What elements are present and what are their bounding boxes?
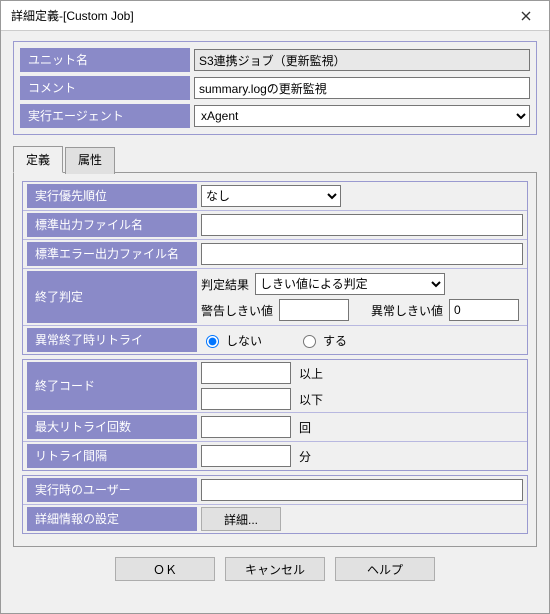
window-title: 詳細定義-[Custom Job] (11, 7, 511, 24)
titlebar: 詳細定義-[Custom Job] (1, 1, 549, 31)
end-code-le-field[interactable] (201, 388, 291, 410)
end-code-ge-field[interactable] (201, 362, 291, 384)
retry-no-radio[interactable]: しない (201, 332, 262, 349)
retry-no-text: しない (226, 332, 262, 349)
stderr-file-label: 標準エラー出力ファイル名 (27, 242, 197, 266)
max-retry-field[interactable] (201, 416, 291, 438)
agent-label: 実行エージェント (20, 104, 190, 128)
ok-button[interactable]: ＯＫ (115, 557, 215, 581)
group-basic: 実行優先順位 なし 標準出力ファイル名 標準エラー出力ファイル名 (22, 181, 528, 355)
le-text: 以下 (299, 391, 323, 408)
priority-label: 実行優先順位 (27, 184, 197, 208)
retry-on-abend-label: 異常終了時リトライ (27, 328, 197, 352)
detail-button[interactable]: 詳細... (201, 507, 281, 531)
retry-interval-field[interactable] (201, 445, 291, 467)
max-retry-label: 最大リトライ回数 (27, 415, 197, 439)
interval-unit: 分 (299, 448, 311, 465)
ge-text: 以上 (299, 365, 323, 382)
comment-label: コメント (20, 76, 190, 100)
comment-field[interactable] (194, 77, 530, 99)
retry-yes-radio[interactable]: する (298, 332, 347, 349)
exec-user-field[interactable] (201, 479, 523, 501)
error-threshold-label: 異常しきい値 (371, 302, 443, 319)
button-bar: ＯＫ キャンセル ヘルプ (13, 547, 537, 581)
stdout-file-label: 標準出力ファイル名 (27, 213, 197, 237)
close-button[interactable] (511, 5, 541, 27)
end-code-label: 終了コード (27, 362, 197, 410)
header-panel: ユニット名 コメント 実行エージェント xAgent (13, 41, 537, 135)
tab-definition[interactable]: 定義 (13, 146, 63, 173)
retry-yes-text: する (323, 332, 347, 349)
retry-yes-input[interactable] (303, 335, 316, 348)
priority-select[interactable]: なし (201, 185, 341, 207)
detail-settings-label: 詳細情報の設定 (27, 507, 197, 531)
tab-body-definition: 実行優先順位 なし 標準出力ファイル名 標準エラー出力ファイル名 (13, 173, 537, 547)
retry-no-input[interactable] (206, 335, 219, 348)
dialog-window: 詳細定義-[Custom Job] ユニット名 コメント 実行エージェント xA… (0, 0, 550, 614)
exec-user-label: 実行時のユーザー (27, 478, 197, 502)
agent-select[interactable]: xAgent (194, 105, 530, 127)
error-threshold-field[interactable] (449, 299, 519, 321)
content-area: ユニット名 コメント 実行エージェント xAgent 定義 属性 実行 (1, 31, 549, 589)
end-judgement-label: 終了判定 (27, 271, 197, 323)
warn-threshold-label: 警告しきい値 (201, 302, 273, 319)
unit-name-label: ユニット名 (20, 48, 190, 72)
retry-unit: 回 (299, 419, 311, 436)
stdout-file-field[interactable] (201, 214, 523, 236)
tab-strip: 定義 属性 (13, 145, 537, 173)
judgement-result-select[interactable]: しきい値による判定 (255, 273, 445, 295)
warn-threshold-field[interactable] (279, 299, 349, 321)
retry-interval-label: リトライ間隔 (27, 444, 197, 468)
stderr-file-field[interactable] (201, 243, 523, 265)
help-button[interactable]: ヘルプ (335, 557, 435, 581)
judgement-result-label: 判定結果 (201, 276, 249, 293)
tab-attributes[interactable]: 属性 (65, 147, 115, 174)
group-retry: 終了コード 以上 以下 最大リトライ回数 (22, 359, 528, 471)
unit-name-field (194, 49, 530, 71)
group-user: 実行時のユーザー 詳細情報の設定 詳細... (22, 475, 528, 534)
cancel-button[interactable]: キャンセル (225, 557, 325, 581)
close-icon (521, 11, 531, 21)
